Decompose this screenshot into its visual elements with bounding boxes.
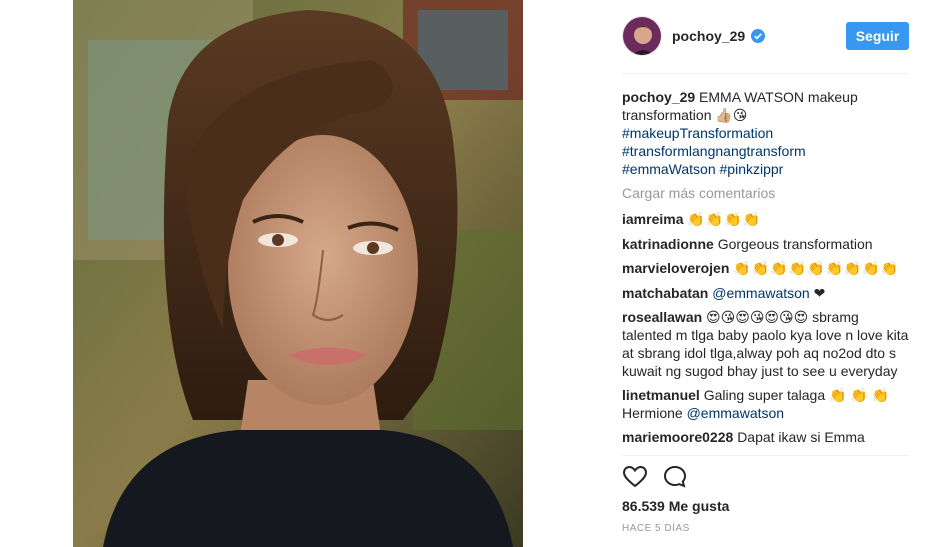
comment-text: Dapat ikaw si Emma: [737, 429, 865, 445]
avatar[interactable]: [622, 16, 662, 56]
post-photo[interactable]: [73, 0, 523, 547]
comment-bubble-icon[interactable]: [662, 464, 688, 490]
comment-item: matchabatan @emmawatson ❤: [622, 284, 909, 302]
comment-item: mariemoore0228 Dapat ikaw si Emma: [622, 428, 909, 446]
comment-item: marvieloverojen 👏👏👏👏👏👏👏👏👏: [622, 259, 909, 278]
post-details-panel: pochoy_29 Seguir pochoy_29 EMMA WATSON m…: [622, 0, 909, 547]
verified-badge-icon: [751, 29, 766, 43]
comment-text: ❤: [809, 285, 826, 301]
follow-button[interactable]: Seguir: [846, 22, 909, 50]
comment-text: 👏👏👏👏: [687, 212, 762, 228]
comments-divider: [622, 455, 909, 456]
portrait-image: [73, 0, 523, 547]
comment-username[interactable]: mariemoore0228: [622, 429, 733, 445]
comment-username[interactable]: marvieloverojen: [622, 260, 729, 276]
post-username[interactable]: pochoy_29: [672, 28, 766, 44]
comments-list[interactable]: pochoy_29 EMMA WATSON makeup transformat…: [622, 88, 909, 454]
header-divider: [622, 73, 909, 74]
comment-item: iamreima 👏👏👏👏: [622, 210, 909, 229]
avatar-image: [623, 17, 661, 55]
comment-mention-link[interactable]: @emmawatson: [687, 405, 784, 421]
comment-text: Gorgeous transformation: [717, 236, 873, 252]
hashtag-link[interactable]: #makeupTransformation: [622, 124, 909, 142]
comment-item: roseallawan 😍😘😍😘😍😘😍 sbramg talented m tl…: [622, 308, 909, 380]
comment-mention-link[interactable]: @emmawatson: [712, 285, 809, 301]
comment-username[interactable]: iamreima: [622, 211, 683, 227]
comment-username[interactable]: linetmanuel: [622, 387, 700, 403]
heart-icon[interactable]: [622, 464, 648, 490]
caption-username[interactable]: pochoy_29: [622, 89, 695, 105]
hashtag-link[interactable]: #emmaWatson #pinkzippr: [622, 160, 909, 178]
load-more-comments-button[interactable]: Cargar más comentarios: [622, 184, 909, 202]
likes-count[interactable]: 86.539 Me gusta: [622, 498, 729, 514]
post-header: pochoy_29 Seguir: [622, 16, 909, 58]
comment-username[interactable]: matchabatan: [622, 285, 708, 301]
post-timestamp[interactable]: HACE 5 DÍAS: [622, 523, 690, 534]
comment-text: 👏👏👏👏👏👏👏👏👏: [733, 261, 900, 277]
post-actions: [622, 464, 909, 492]
comment-username[interactable]: roseallawan: [622, 309, 702, 325]
comment-item: linetmanuel Galing super talaga 👏 👏 👏 He…: [622, 386, 909, 422]
caption: pochoy_29 EMMA WATSON makeup transformat…: [622, 88, 909, 178]
hashtag-link[interactable]: #transformlangnangtransform: [622, 142, 909, 160]
comment-username[interactable]: katrinadionne: [622, 236, 714, 252]
comment-item: katrinadionne Gorgeous transformation: [622, 235, 909, 253]
